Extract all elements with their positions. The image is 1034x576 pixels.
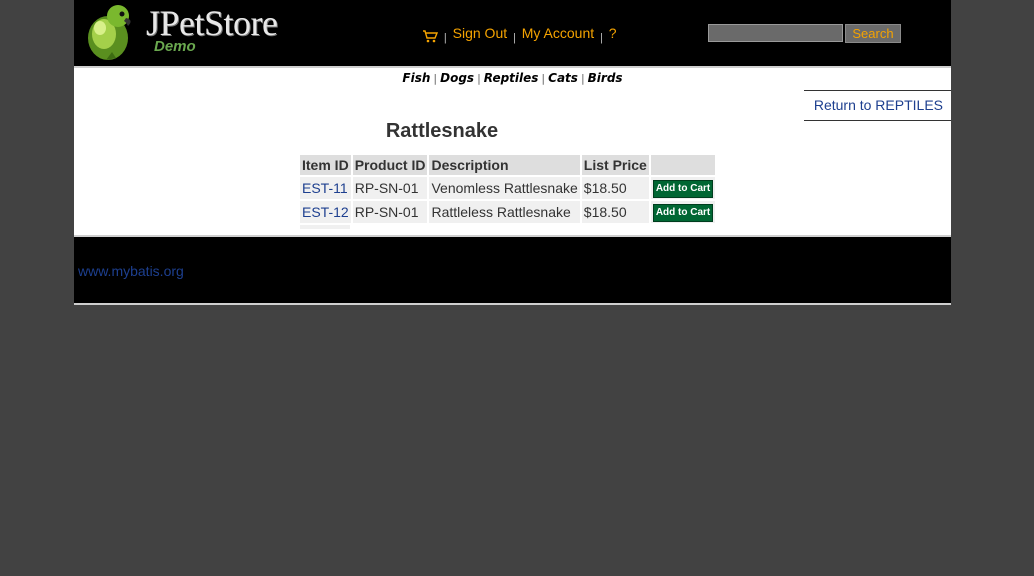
product-id-cell: RP-SN-01	[352, 201, 428, 223]
empty-footer-cell	[353, 225, 428, 229]
item-id-cell: EST-12	[300, 201, 351, 223]
search-input[interactable]	[708, 24, 843, 42]
price-cell: $18.50	[581, 177, 649, 199]
footer: www.mybatis.org	[74, 237, 951, 305]
quicklink-cats[interactable]: Cats	[548, 71, 578, 85]
back-link-container: Return to REPTILES	[804, 90, 951, 121]
table-row: EST-12 RP-SN-01 Rattleless Rattlesnake $…	[300, 201, 716, 223]
search-button[interactable]: Search	[845, 24, 901, 43]
sign-out-link[interactable]: Sign Out	[453, 25, 507, 41]
price-cell: $18.50	[581, 201, 649, 223]
column-header-list-price: List Price	[581, 155, 649, 175]
item-id-link[interactable]: EST-12	[302, 204, 349, 220]
empty-footer-cell	[651, 225, 715, 229]
return-to-category-link[interactable]: Return to REPTILES	[814, 97, 943, 113]
parrot-logo-icon	[88, 5, 131, 60]
table-row: EST-11 RP-SN-01 Venomless Rattlesnake $1…	[300, 177, 716, 199]
page: JPetStore Demo | Sign Out | My Account |…	[74, 0, 951, 305]
quicklink-fish[interactable]: Fish	[402, 71, 430, 85]
product-id-cell: RP-SN-01	[352, 177, 428, 199]
items-table: Item ID Product ID Description List Pric…	[298, 153, 717, 231]
main-content: Fish | Dogs | Reptiles | Cats | Birds Return to …	[74, 68, 951, 237]
column-header-item-id: Item ID	[300, 155, 351, 175]
column-header-action	[650, 155, 716, 175]
jpetstore-logo[interactable]: JPetStore Demo	[82, 2, 302, 62]
table-header-row: Item ID Product ID Description List Pric…	[300, 155, 716, 175]
action-cell: Add to Cart	[650, 177, 716, 199]
cart-icon[interactable]	[422, 29, 438, 43]
quick-links: Fish | Dogs | Reptiles | Cats | Birds	[74, 71, 951, 85]
table-footer-row	[300, 225, 715, 229]
empty-footer-cell	[300, 225, 351, 229]
my-account-link[interactable]: My Account	[522, 25, 594, 41]
quicklink-reptiles[interactable]: Reptiles	[484, 71, 539, 85]
action-cell: Add to Cart	[650, 201, 716, 223]
logo-subtitle: Demo	[154, 38, 196, 55]
column-header-description: Description	[429, 155, 580, 175]
menu-separator: |	[443, 32, 447, 44]
menu-separator: |	[513, 32, 516, 44]
column-header-product-id: Product ID	[352, 155, 428, 175]
header-menu: | Sign Out | My Account | ?	[422, 25, 617, 44]
quicklink-separator: |	[580, 72, 585, 85]
empty-footer-cell	[429, 225, 579, 229]
description-cell: Rattleless Rattlesnake	[429, 201, 580, 223]
quicklink-birds[interactable]: Birds	[588, 71, 623, 85]
quicklink-separator: |	[433, 72, 438, 85]
empty-footer-cell	[582, 225, 649, 229]
page-title: Rattlesnake	[385, 120, 499, 142]
add-to-cart-button[interactable]: Add to Cart	[652, 180, 714, 198]
mybatis-link[interactable]: www.mybatis.org	[78, 263, 184, 279]
item-id-cell: EST-11	[300, 177, 351, 199]
help-link[interactable]: ?	[609, 25, 617, 41]
empty-cell-fill	[300, 225, 350, 229]
description-cell: Venomless Rattlesnake	[429, 177, 580, 199]
item-id-link[interactable]: EST-11	[302, 180, 348, 196]
quicklink-dogs[interactable]: Dogs	[440, 71, 474, 85]
add-to-cart-button[interactable]: Add to Cart	[652, 204, 714, 222]
quicklink-separator: |	[541, 72, 546, 85]
header: JPetStore Demo | Sign Out | My Account |…	[74, 0, 951, 68]
menu-separator: |	[600, 32, 603, 44]
quicklink-separator: |	[477, 72, 481, 85]
